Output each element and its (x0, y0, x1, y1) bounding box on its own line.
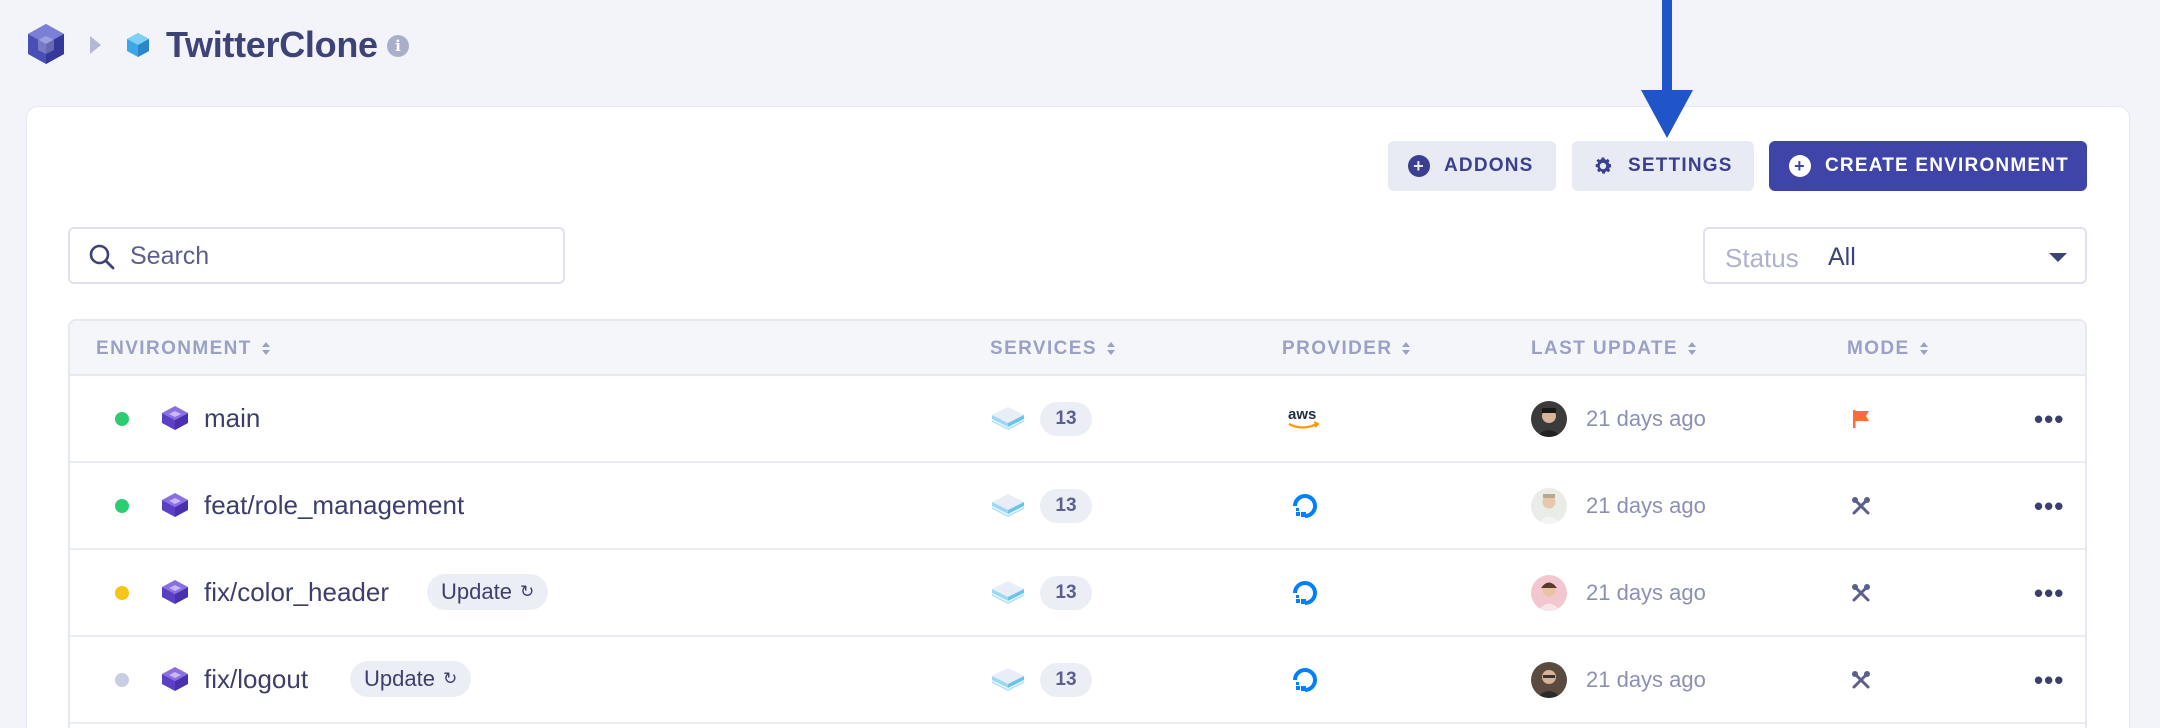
breadcrumb-chevron-icon (90, 36, 101, 54)
digitalocean-icon (1293, 494, 1317, 518)
environment-icon (162, 667, 188, 691)
update-badge[interactable]: Update ↻ (350, 661, 472, 697)
services-count-badge: 13 (1040, 576, 1092, 610)
environment-name[interactable]: fix/logout (204, 664, 308, 695)
sort-icon (261, 342, 270, 356)
status-filter-value: All (1828, 243, 1856, 271)
environment-name[interactable]: fix/color_header (204, 577, 389, 608)
addons-button-label: ADDONS (1444, 155, 1534, 176)
gear-icon (1595, 157, 1612, 174)
environment-name[interactable]: feat/role_management (204, 490, 464, 521)
last-update-time: 21 days ago (1586, 493, 1706, 518)
sort-icon (1402, 342, 1411, 356)
search-icon (89, 244, 115, 270)
table-row[interactable]: fix/color_header Update ↻ 13 21 days ago … (70, 550, 2085, 637)
environments-table: ENVIRONMENT SERVICES PROVIDER LAST UPDAT… (68, 319, 2087, 728)
last-update-time: 21 days ago (1586, 667, 1706, 692)
tools-icon (1852, 584, 1870, 602)
services-count-badge: 13 (1040, 489, 1092, 523)
sort-icon (1919, 342, 1928, 356)
tools-icon (1852, 671, 1870, 689)
svg-text:aws: aws (1288, 406, 1316, 423)
column-header-services[interactable]: SERVICES (990, 338, 1115, 360)
avatar[interactable] (1531, 401, 1567, 437)
settings-button-label: SETTINGS (1628, 155, 1733, 176)
search-box (68, 227, 565, 284)
app-logo-icon[interactable] (26, 22, 66, 66)
column-header-mode[interactable]: MODE (1847, 338, 1928, 360)
update-badge-label: Update (364, 666, 435, 691)
table-row[interactable]: fix/logout Update ↻ 13 21 days ago ••• (70, 637, 2085, 724)
status-filter-select[interactable]: Status All (1703, 227, 2087, 284)
table-row[interactable]: main 13 aws 21 days ago ••• (70, 376, 2085, 463)
more-options-button[interactable]: ••• (2034, 578, 2064, 609)
services-stack-icon (992, 494, 1024, 517)
column-header-provider[interactable]: PROVIDER (1282, 338, 1411, 360)
create-environment-button-label: CREATE ENVIRONMENT (1825, 155, 2069, 176)
avatar[interactable] (1531, 662, 1567, 698)
update-badge[interactable]: Update ↻ (427, 574, 549, 610)
addons-button[interactable]: + ADDONS (1388, 141, 1556, 191)
more-options-button[interactable]: ••• (2034, 404, 2064, 435)
status-filter-label: Status (1725, 243, 1799, 273)
status-dot (115, 499, 129, 513)
aws-icon: aws (1288, 406, 1320, 429)
settings-button[interactable]: SETTINGS (1572, 141, 1754, 191)
top-bar: TwitterClone i (0, 0, 2160, 100)
environment-name[interactable]: main (204, 403, 260, 434)
search-input[interactable] (130, 237, 550, 275)
page-title: TwitterClone (166, 24, 378, 65)
column-header-environment[interactable]: ENVIRONMENT (96, 338, 270, 360)
services-stack-icon (992, 581, 1024, 604)
status-dot (115, 586, 129, 600)
avatar[interactable] (1531, 575, 1567, 611)
services-stack-icon (992, 668, 1024, 691)
sort-icon (1688, 342, 1696, 356)
plus-circle-icon: + (1408, 155, 1430, 177)
flag-icon (1853, 410, 1869, 428)
services-count-badge: 13 (1040, 402, 1092, 436)
refresh-icon: ↻ (442, 669, 458, 688)
status-dot (115, 412, 129, 426)
more-options-button[interactable]: ••• (2034, 665, 2064, 696)
update-badge-label: Update (441, 579, 512, 604)
environment-icon (162, 406, 188, 430)
tools-icon (1852, 497, 1870, 515)
digitalocean-icon (1293, 581, 1317, 605)
refresh-icon: ↻ (519, 582, 535, 601)
status-dot (115, 673, 129, 687)
last-update-time: 21 days ago (1586, 406, 1706, 431)
info-icon[interactable]: i (387, 35, 409, 57)
sort-icon (1106, 342, 1115, 356)
project-icon (127, 33, 149, 57)
environment-icon (162, 580, 188, 604)
environment-icon (162, 493, 188, 517)
services-count-badge: 13 (1040, 663, 1092, 697)
table-header: ENVIRONMENT SERVICES PROVIDER LAST UPDAT… (70, 321, 2085, 376)
digitalocean-icon (1293, 668, 1317, 692)
more-options-button[interactable]: ••• (2034, 491, 2064, 522)
last-update-time: 21 days ago (1586, 580, 1706, 605)
create-environment-button[interactable]: + CREATE ENVIRONMENT (1769, 141, 2087, 191)
avatar[interactable] (1531, 488, 1567, 524)
plus-circle-icon: + (1789, 155, 1811, 177)
column-header-last-update[interactable]: LAST UPDATE (1531, 338, 1696, 360)
annotation-arrow-icon (1641, 0, 1693, 138)
caret-down-icon (2049, 253, 2067, 262)
services-stack-icon (992, 407, 1024, 430)
table-row[interactable]: feat/role_management 13 21 days ago ••• (70, 463, 2085, 550)
